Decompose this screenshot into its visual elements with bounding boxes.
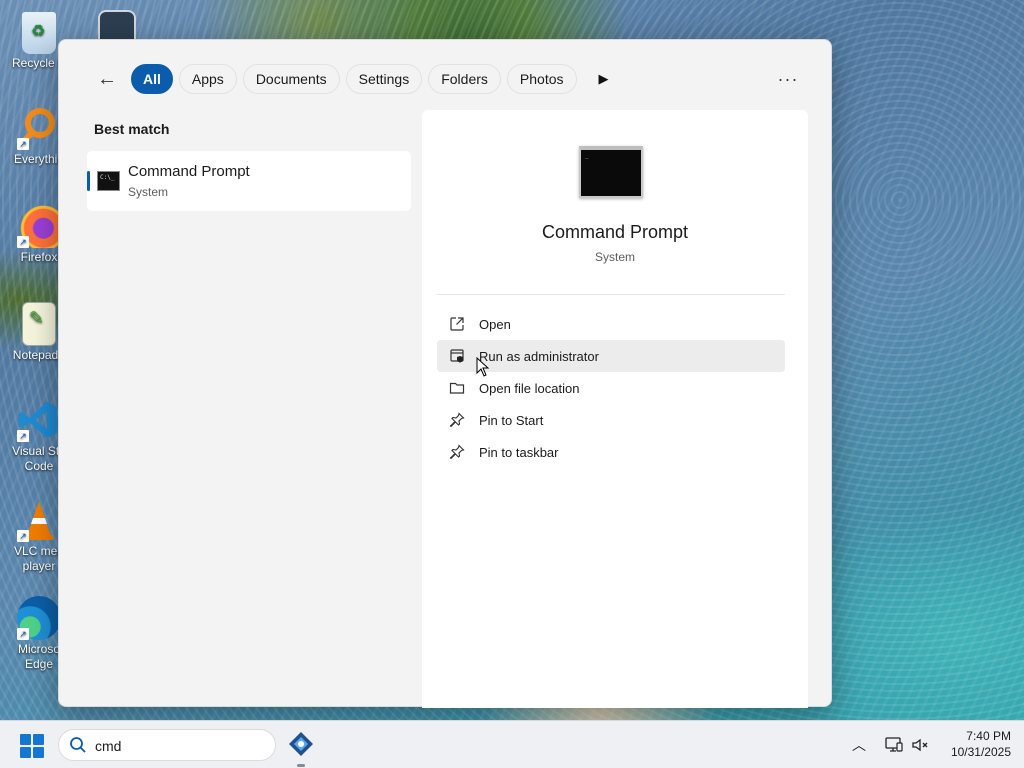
result-name: Command Prompt [128,163,250,180]
windows-logo-tile [20,747,31,758]
action-pin-to-start[interactable]: Pin to Start [437,404,785,436]
clock-date: 10/31/2025 [950,745,1011,759]
taskbar: cmd ︿ 7:40 PM 10/31/2025 [0,720,1024,768]
filter-chip-photos[interactable]: Photos [506,64,577,94]
search-panel: ← All Apps Documents Settings Folders Ph… [58,39,832,708]
command-prompt-large-icon: _ [579,146,643,198]
vscode-icon: ↗ [17,398,61,442]
recycle-bin-icon: ♻ [22,12,56,54]
action-label: Open [479,316,511,332]
action-pin-to-taskbar[interactable]: Pin to taskbar [437,436,785,468]
action-label: Run as administrator [479,348,599,364]
search-filter-bar: ← All Apps Documents Settings Folders Ph… [89,62,619,96]
running-app-indicator [297,764,305,767]
everything-search-icon: ↗ [17,106,61,150]
shortcut-arrow-icon: ↗ [17,628,29,640]
search-icon [70,737,86,753]
best-match-heading: Best match [94,121,170,137]
preview-actions: Open Run as administrator Open file loca… [437,308,785,468]
folder-icon [447,379,467,397]
play-icon: ▶ [598,71,609,86]
windows-logo-tile [33,747,44,758]
shield-admin-icon [447,347,467,365]
filter-chip-apps[interactable]: Apps [178,64,237,94]
shortcut-arrow-icon: ↗ [17,236,29,248]
open-external-icon [447,315,467,333]
windows-logo-tile [33,734,44,745]
start-button[interactable] [20,734,44,758]
desktop-app-icon-partial[interactable] [98,10,136,40]
preview-subtitle: System [594,250,635,264]
edge-icon: ↗ [17,596,61,640]
show-hidden-icons-chevron-icon[interactable]: ︿ [852,735,866,755]
search-query: cmd [95,738,122,754]
pin-icon [447,411,467,429]
shortcut-arrow-icon: ↗ [17,138,29,150]
back-arrow-icon: ← [97,67,117,90]
windows-logo-tile [20,734,31,745]
preview-pane: _ Command Prompt System Open Run as admi… [422,110,808,708]
result-type: System [128,185,169,199]
console-cursor: _ [585,152,589,159]
filter-chip-folders[interactable]: Folders [428,64,501,94]
volume-muted-icon[interactable] [910,735,930,755]
shortcut-arrow-icon: ↗ [17,430,29,442]
best-match-result[interactable]: C:\_ Command Prompt System [87,151,411,211]
action-open[interactable]: Open [437,308,785,340]
pinned-app-icon[interactable] [288,731,314,757]
taskbar-search-box[interactable]: cmd [58,729,276,761]
mouse-pointer-icon [476,357,490,377]
pin-icon [447,443,467,461]
action-label: Pin to Start [479,412,544,428]
network-display-icon[interactable] [884,735,904,755]
shortcut-arrow-icon: ↗ [17,530,29,542]
filter-chip-documents[interactable]: Documents [242,64,340,94]
action-label: Pin to taskbar [479,444,559,460]
firefox-icon: ↗ [17,204,61,248]
clock-time: 7:40 PM [966,729,1011,743]
preview-title: Command Prompt [541,222,689,242]
selection-indicator [87,171,90,191]
filter-chip-all[interactable]: All [131,64,173,94]
back-button[interactable]: ← [89,62,125,96]
more-filters-button[interactable]: ▶ [589,64,619,94]
taskbar-clock[interactable]: 7:40 PM 10/31/2025 [935,728,1011,760]
notepad-plus-plus-icon: ✎ [22,302,56,346]
preview-divider [437,294,785,295]
filter-chip-settings[interactable]: Settings [345,64,423,94]
action-label: Open file location [479,380,580,396]
command-prompt-icon: C:\_ [97,171,120,191]
more-options-button[interactable]: ··· [773,64,803,94]
vlc-icon: ↗ [17,498,61,542]
